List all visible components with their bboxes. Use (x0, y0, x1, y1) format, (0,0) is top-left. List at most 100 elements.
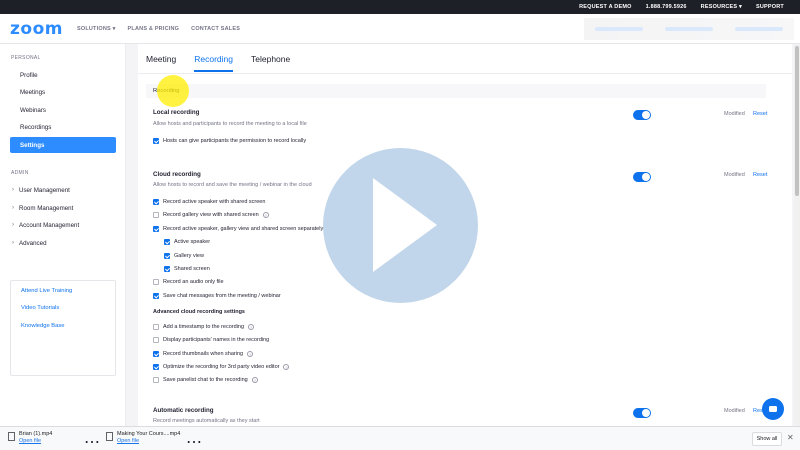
checkbox-checked[interactable] (153, 138, 159, 144)
option-participant-names[interactable]: Display participants' names in the recor… (153, 337, 269, 343)
local-recording-reset[interactable]: Reset (753, 111, 767, 117)
download-item[interactable]: Making Your Cours....mp4 Open file (106, 431, 180, 444)
plans-pricing-link[interactable]: PLANS & PRICING (128, 26, 180, 32)
chevron-right-icon: › (12, 222, 14, 228)
help-icon[interactable]: ? (283, 364, 290, 370)
chevron-right-icon: › (12, 187, 14, 193)
cloud-recording-desc: Allow hosts to record and save the meeti… (153, 182, 312, 188)
solutions-menu[interactable]: SOLUTIONS ▾ (77, 26, 116, 32)
nav-button-blurred[interactable] (595, 27, 643, 31)
sidebar-item-settings[interactable]: Settings (10, 137, 116, 153)
checkbox-checked[interactable] (153, 293, 159, 299)
cloud-recording-reset[interactable]: Reset (753, 172, 767, 178)
option-label: Save chat messages from the meeting / we… (163, 293, 281, 299)
checkbox-unchecked[interactable] (153, 324, 159, 330)
checkbox-unchecked[interactable] (153, 279, 159, 285)
support-link[interactable]: SUPPORT (756, 4, 784, 10)
sidebar: PERSONAL Profile Meetings Webinars Recor… (0, 44, 126, 426)
download-item[interactable]: Brian (1).mp4 Open file (8, 431, 52, 444)
checkbox-checked[interactable] (153, 226, 159, 232)
help-icon[interactable]: ? (251, 377, 258, 383)
checkbox-checked[interactable] (164, 266, 170, 272)
sidebar-item-recordings[interactable]: Recordings (10, 119, 116, 135)
option-thumbnails[interactable]: Record thumbnails when sharing? (153, 351, 254, 357)
tab-divider (138, 73, 792, 74)
help-icon[interactable]: ? (248, 324, 255, 330)
option-save-chat[interactable]: Save chat messages from the meeting / we… (153, 293, 281, 299)
option-record-separately[interactable]: Record active speaker, gallery view and … (153, 226, 323, 232)
tab-meeting[interactable]: Meeting (146, 54, 176, 72)
option-active-speaker[interactable]: Active speaker (164, 239, 210, 245)
sidebar-item-profile[interactable]: Profile (10, 67, 116, 83)
option-audio-only[interactable]: Record an audio only file (153, 279, 224, 285)
automatic-recording-toggle[interactable] (633, 408, 651, 418)
phone-number[interactable]: 1.888.799.5926 (646, 4, 687, 10)
top-utility-bar: REQUEST A DEMO 1.888.799.5926 RESOURCES … (0, 0, 800, 14)
nav-button-blurred[interactable] (665, 27, 713, 31)
checkbox-unchecked[interactable] (153, 212, 159, 218)
more-options-icon[interactable]: ⋯ (84, 432, 100, 450)
sidebar-item-room-management[interactable]: › Room Management (10, 200, 116, 216)
more-options-icon[interactable]: ⋯ (186, 432, 202, 450)
option-hosts-give-permission[interactable]: Hosts can give participants the permissi… (153, 138, 306, 144)
sidebar-item-label: User Management (19, 186, 70, 194)
option-shared-screen[interactable]: Shared screen (164, 266, 210, 272)
automatic-recording-title: Automatic recording (153, 407, 214, 414)
cursor-highlight (157, 75, 189, 107)
contact-sales-link[interactable]: CONTACT SALES (191, 26, 240, 32)
checkbox-checked[interactable] (164, 239, 170, 245)
resources-menu[interactable]: RESOURCES ▾ (701, 4, 742, 10)
tab-recording[interactable]: Recording (194, 54, 233, 72)
knowledge-base-link[interactable]: Knowledge Base (21, 323, 65, 329)
settings-tabs: Meeting Recording Telephone (146, 54, 290, 72)
checkbox-checked[interactable] (153, 351, 159, 357)
option-label: Shared screen (174, 266, 210, 272)
scrollbar-thumb[interactable] (795, 46, 799, 196)
option-panelist-chat[interactable]: Save panelist chat to the recording? (153, 377, 258, 383)
open-file-link[interactable]: Open file (117, 438, 180, 444)
checkbox-checked[interactable] (164, 253, 170, 259)
checkbox-unchecked[interactable] (153, 377, 159, 383)
option-active-speaker-shared[interactable]: Record active speaker with shared screen (153, 199, 265, 205)
help-icon[interactable]: ? (262, 212, 269, 218)
option-label: Record active speaker with shared screen (163, 199, 266, 205)
sidebar-item-webinars[interactable]: Webinars (10, 102, 116, 118)
help-icon[interactable]: ? (247, 351, 254, 357)
nav-right-buttons (584, 18, 794, 40)
checkbox-unchecked[interactable] (153, 337, 159, 343)
sidebar-item-meetings[interactable]: Meetings (10, 84, 116, 100)
checkbox-checked[interactable] (153, 199, 159, 205)
attend-live-training-link[interactable]: Attend Live Training (21, 288, 72, 294)
sidebar-item-advanced[interactable]: › Advanced (10, 235, 116, 251)
local-recording-modified: Modified (724, 111, 745, 117)
checkbox-checked[interactable] (153, 364, 159, 370)
nav-button-blurred[interactable] (735, 27, 783, 31)
chevron-right-icon: › (12, 240, 14, 246)
main-navbar: zoom SOLUTIONS ▾ PLANS & PRICING CONTACT… (0, 14, 800, 44)
request-demo-link[interactable]: REQUEST A DEMO (579, 4, 632, 10)
cloud-recording-toggle[interactable] (633, 172, 651, 182)
download-filename: Making Your Cours....mp4 (117, 431, 181, 437)
open-file-link[interactable]: Open file (19, 438, 52, 444)
option-optimize-3rd-party[interactable]: Optimize the recording for 3rd party vid… (153, 364, 290, 370)
page-scrollbar[interactable] (794, 44, 800, 426)
close-icon[interactable]: ✕ (787, 433, 794, 442)
option-timestamp[interactable]: Add a timestamp to the recording? (153, 324, 255, 330)
video-tutorials-link[interactable]: Video Tutorials (21, 305, 59, 311)
local-recording-toggle[interactable] (633, 110, 651, 120)
automatic-recording-modified: Modified (724, 408, 745, 414)
option-label: Gallery view (174, 253, 204, 259)
zoom-logo[interactable]: zoom (10, 19, 63, 39)
sidebar-item-account-management[interactable]: › Account Management (10, 217, 116, 233)
tab-telephone[interactable]: Telephone (251, 54, 290, 72)
option-gallery-shared[interactable]: Record gallery view with shared screen? (153, 212, 269, 218)
chat-bubble-icon (769, 406, 777, 412)
show-all-button[interactable]: Show all (752, 432, 782, 446)
chat-support-button[interactable] (762, 398, 784, 420)
recording-section-header: Recording (146, 84, 766, 98)
download-bar: Brian (1).mp4 Open file ⋯ Making Your Co… (0, 426, 800, 450)
sidebar-item-user-management[interactable]: › User Management (10, 182, 116, 198)
download-filename: Brian (1).mp4 (19, 431, 53, 437)
option-gallery-view[interactable]: Gallery view (164, 253, 204, 259)
file-icon (106, 432, 113, 441)
